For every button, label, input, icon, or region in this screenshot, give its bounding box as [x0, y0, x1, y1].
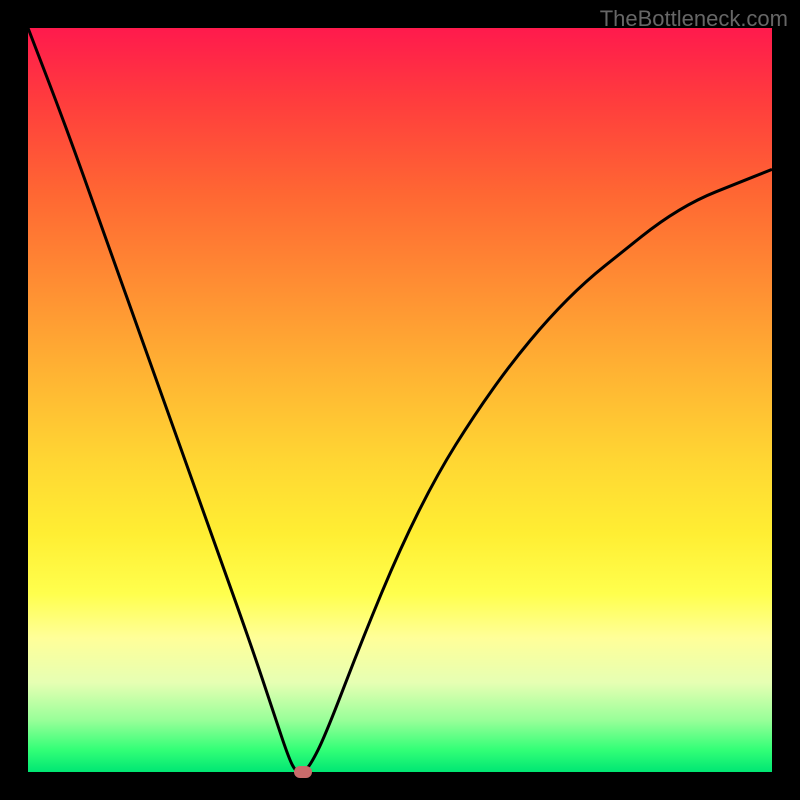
- plot-area: [28, 28, 772, 772]
- bottleneck-curve: [28, 28, 772, 772]
- chart-container: TheBottleneck.com: [0, 0, 800, 800]
- minimum-marker: [294, 766, 312, 778]
- watermark-text: TheBottleneck.com: [600, 6, 788, 32]
- curve-svg: [28, 28, 772, 772]
